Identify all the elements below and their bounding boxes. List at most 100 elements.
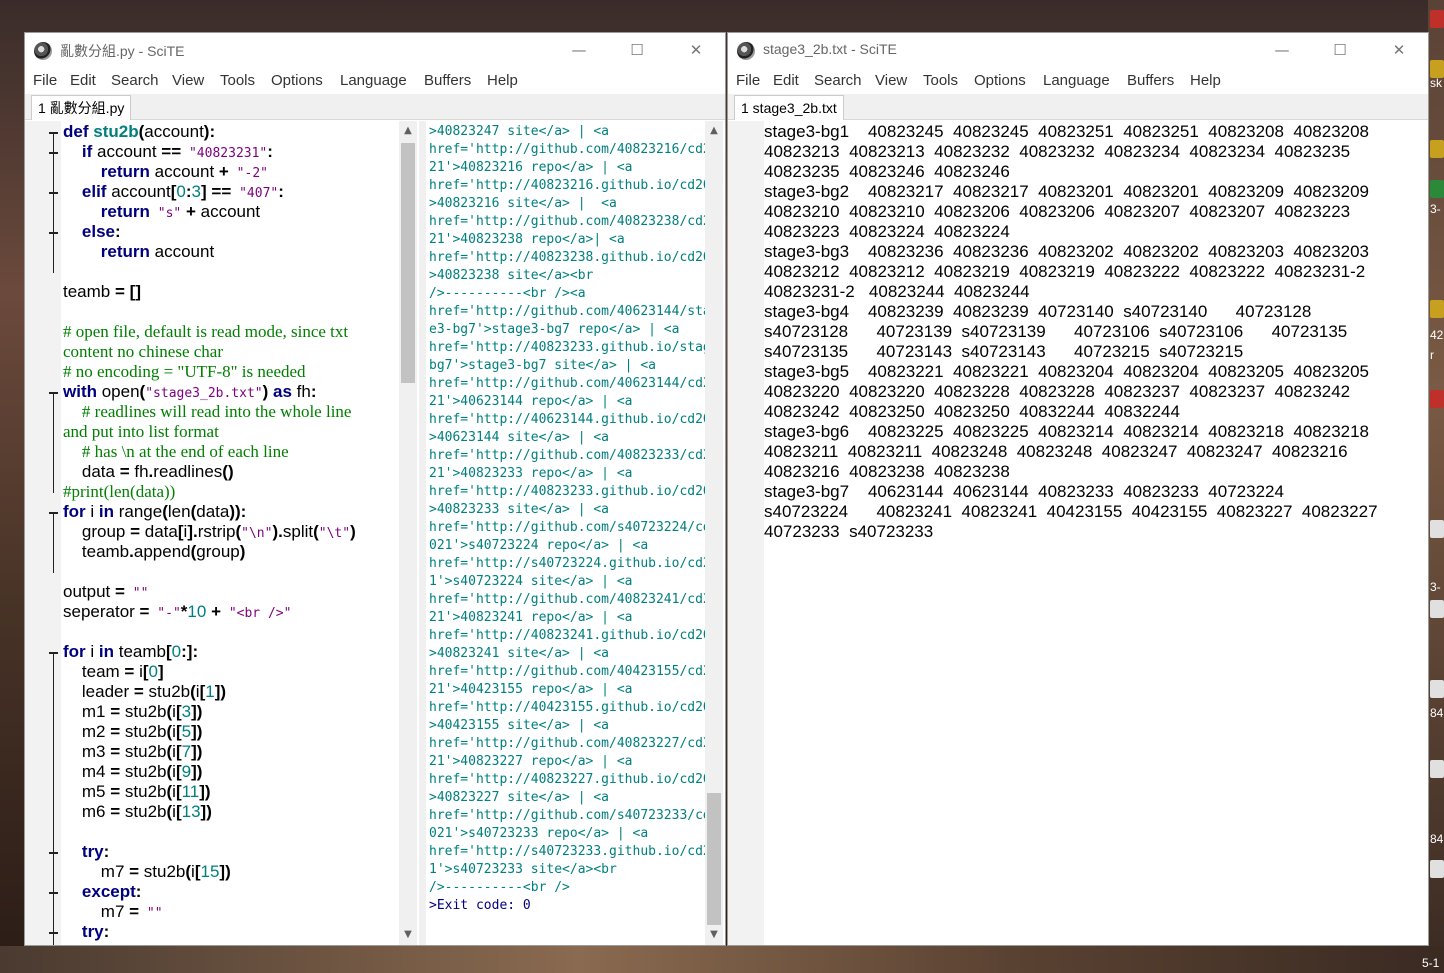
menu-tools[interactable]: Tools [923,72,958,89]
desktop-shortcut-icon[interactable] [1430,600,1444,618]
desktop-shortcut-icon[interactable] [1430,760,1444,778]
desktop-shortcut-label[interactable]: 42 [1430,328,1443,342]
menu-buffers[interactable]: Buffers [424,72,471,89]
menu-help[interactable]: Help [487,72,518,89]
buffer-tab-bar: 1 亂數分組.py [25,94,725,120]
output-line: 21'>40823227 repo</a> | <a [429,754,633,769]
scroll-down-arrow[interactable]: ▼ [399,927,417,943]
output-line: href='http://github.com/40823241/cd20 [429,592,705,607]
minimize-button[interactable]: — [1269,38,1295,62]
output-line: href='http://s40723224.github.io/cd202 [429,556,705,571]
editor-scrollbar[interactable]: ▲ ▼ [399,121,417,945]
tab-buffer-1[interactable]: 1 stage3_2b.txt [734,95,844,120]
output-line: >40823216 site</a> | <a [429,196,617,211]
text-line: stage3-bg5 40823221 40823221 40823204 40… [764,362,1370,381]
code-token: + [206,602,221,621]
scroll-thumb[interactable] [401,143,415,383]
desktop-shortcut-label[interactable]: sk [1430,76,1442,90]
code-token: m7 [63,902,130,921]
code-token: ]) [191,722,203,741]
desktop-shortcut-icon[interactable] [1430,520,1444,538]
code-token: split [282,522,314,541]
menu-view[interactable]: View [875,72,907,89]
code-token: = [110,782,121,801]
desktop-shortcut-icon[interactable] [1430,860,1444,878]
desktop-shortcut-label[interactable]: 84 [1430,706,1443,720]
code-token: else [81,222,115,241]
desktop-shortcut-icon[interactable] [1430,300,1444,318]
code-editor[interactable]: def stu2b(account): if account == "40823… [61,121,399,945]
menu-tools[interactable]: Tools [220,72,255,89]
title-bar[interactable]: 亂數分組.py - SciTE — ☐ ✕ [25,33,725,67]
code-token: try [81,842,104,861]
scite-window-right[interactable]: stage3_2b.txt - SciTE — ☐ ✕ File Edit Sear… [727,32,1429,946]
menu-file[interactable]: File [736,72,760,89]
menu-view[interactable]: View [172,72,204,89]
output-pane[interactable]: >40823247 site</a> | <a href='http://gith… [426,121,705,945]
menu-search[interactable]: Search [814,72,862,89]
desktop-shortcut-label[interactable]: 3- [1430,580,1441,594]
title-bar[interactable]: stage3_2b.txt - SciTE — ☐ ✕ [728,33,1428,67]
code-token: group [196,542,240,561]
code-token: stu2b [139,862,186,881]
output-line: href='http://40823216.github.io/cd2021' [429,178,705,193]
output-line: e3-bg7'>stage3-bg7 repo</a> | <a [429,322,680,337]
menu-options[interactable]: Options [974,72,1026,89]
maximize-button[interactable]: ☐ [624,38,650,62]
menu-language[interactable]: Language [1043,72,1110,89]
code-token: = [129,862,140,881]
output-line: >40823233 site</a> | <a [429,502,610,517]
code-token: 3 [191,182,202,201]
code-token: ): [203,122,216,141]
minimize-button[interactable]: — [566,38,592,62]
desktop-shortcut-label[interactable]: 5-1 [1422,956,1439,970]
scroll-up-arrow[interactable]: ▲ [705,123,723,139]
maximize-button[interactable]: ☐ [1327,38,1353,62]
scroll-thumb[interactable] [707,793,721,925]
fold-margin[interactable] [25,121,61,945]
desktop-shortcut-icon[interactable] [1430,390,1444,408]
desktop-shortcut-icon[interactable] [1430,180,1444,198]
desktop-shortcut-icon[interactable] [1430,10,1444,28]
text-editor[interactable]: stage3-bg1 40823245 40823245 40823251 40… [728,121,1428,945]
scite-window-left[interactable]: 亂數分組.py - SciTE — ☐ ✕ File Edit Search View… [24,32,726,946]
desktop-shortcut-icon[interactable] [1430,680,1444,698]
tab-buffer-1[interactable]: 1 亂數分組.py [31,95,132,120]
desktop-shortcut-label[interactable]: r [1430,348,1434,362]
menu-buffers[interactable]: Buffers [1127,72,1174,89]
menu-help[interactable]: Help [1190,72,1221,89]
code-line: try: [63,842,109,862]
desktop-shortcut-label[interactable]: 84 [1430,832,1443,846]
desktop-shortcut-icon[interactable] [1430,140,1444,158]
code-token: 0 [176,182,186,201]
output-line: href='http://40623144.github.io/cd2021' [429,412,705,427]
code-token: "-2" [228,166,268,181]
text-line: stage3-bg6 40823225 40823225 40823214 40… [764,422,1370,441]
scroll-down-arrow[interactable]: ▼ [705,927,723,943]
code-token: #print(len(data)) [63,482,176,501]
code-token: : [267,142,273,161]
output-line: href='http://s40723233.github.io/cd202 [429,844,705,859]
code-token: 15 [200,862,220,881]
menu-file[interactable]: File [33,72,57,89]
close-button[interactable]: ✕ [683,38,709,62]
output-scrollbar[interactable]: ▲ ▼ [705,121,723,945]
close-button[interactable]: ✕ [1386,38,1412,62]
menu-edit[interactable]: Edit [70,72,96,89]
code-line: return "s" + account [63,202,260,222]
menu-edit[interactable]: Edit [773,72,799,89]
scroll-up-arrow[interactable]: ▲ [399,123,417,139]
code-token: stu2b [143,682,191,701]
code-token: try [81,922,104,941]
code-token: if [81,142,93,161]
pane-splitter[interactable] [419,121,426,945]
menu-options[interactable]: Options [271,72,323,89]
desktop-shortcut-label[interactable]: 3- [1430,202,1441,216]
code-token: stu2b [120,782,167,801]
output-line: href='http://40823241.github.io/cd2021' [429,628,705,643]
menu-search[interactable]: Search [111,72,159,89]
menu-language[interactable]: Language [340,72,407,89]
output-line: href='http://40823233.github.io/stage3- [429,340,705,355]
